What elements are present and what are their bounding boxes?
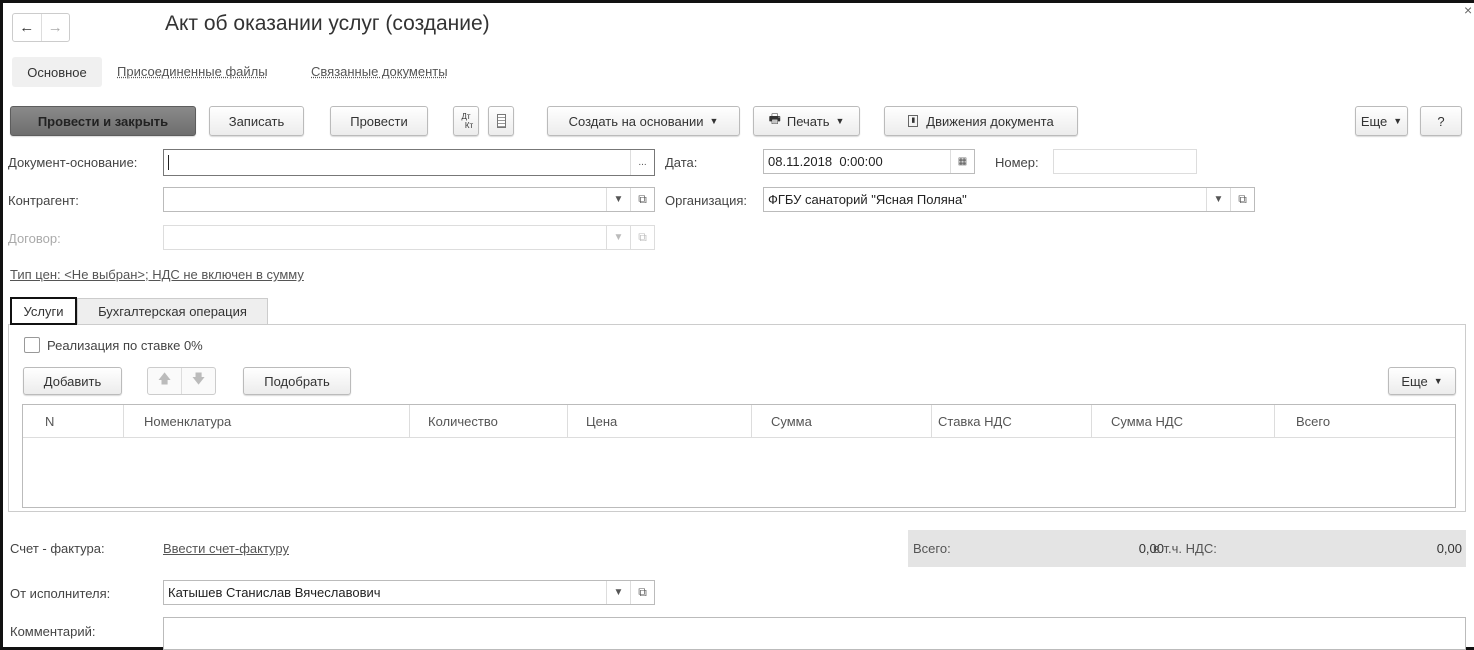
performer-value: Катышев Станислав Вячеславович <box>168 585 381 600</box>
tab-accounting-operation[interactable]: Бухгалтерская операция <box>77 298 268 324</box>
tab-attached-files[interactable]: Присоединенные файлы <box>117 64 268 79</box>
performer-input[interactable]: Катышев Станислав Вячеславович ▼ ⧉ <box>163 580 655 605</box>
back-button[interactable]: ← <box>13 14 42 41</box>
more-label: Еще <box>1360 113 1388 129</box>
col-divider <box>931 405 932 438</box>
print-button[interactable]: 🖶 Печать ▼ <box>753 106 860 136</box>
post-and-close-button[interactable]: Провести и закрыть <box>10 106 196 136</box>
chevron-down-icon: ▼ <box>835 116 845 126</box>
invoice-label: Счет - фактура: <box>10 541 105 556</box>
counterparty-input[interactable]: ▼ ⧉ <box>163 187 655 212</box>
col-n[interactable]: N <box>45 405 54 438</box>
tab-services[interactable]: Услуги <box>10 297 77 325</box>
base-doc-input[interactable]: ... <box>163 149 655 176</box>
dropdown-icon[interactable]: ▼ <box>1206 188 1230 211</box>
table-more-label: Еще <box>1401 373 1428 389</box>
number-input[interactable] <box>1053 149 1197 174</box>
organization-value: ФГБУ санаторий "Ясная Поляна" <box>768 192 967 207</box>
chevron-down-icon: ▼ <box>709 116 719 126</box>
chevron-down-icon: ▼ <box>1433 376 1443 386</box>
col-total[interactable]: Всего <box>1296 405 1330 438</box>
tab-related-documents[interactable]: Связанные документы <box>311 64 448 79</box>
open-icon: ⧉ <box>630 226 654 249</box>
base-doc-value <box>168 155 169 170</box>
create-based-on-button[interactable]: Создать на основании ▼ <box>547 106 740 136</box>
move-buttons: 🡅 🡇 <box>147 367 216 395</box>
kt-label: Кт <box>464 121 474 130</box>
col-price[interactable]: Цена <box>586 405 617 438</box>
move-up-icon[interactable]: 🡅 <box>148 368 182 394</box>
post-button[interactable]: Провести <box>330 106 428 136</box>
base-doc-label: Документ-основание: <box>8 155 138 170</box>
col-divider <box>567 405 568 438</box>
report-icon: ▮ <box>908 115 919 127</box>
enter-invoice-link[interactable]: Ввести счет-фактуру <box>163 541 289 556</box>
number-label: Номер: <box>995 155 1039 170</box>
col-divider <box>751 405 752 438</box>
open-icon[interactable]: ⧉ <box>1230 188 1254 211</box>
comment-label: Комментарий: <box>10 624 96 639</box>
performer-label: От исполнителя: <box>10 586 111 601</box>
zero-rate-label: Реализация по ставке 0% <box>47 338 203 353</box>
vat-label: в т.ч. НДС: <box>1153 541 1217 556</box>
select-ellipsis-button[interactable]: ... <box>630 150 654 175</box>
col-divider <box>1274 405 1275 438</box>
col-vat-sum[interactable]: Сумма НДС <box>1111 405 1183 438</box>
create-based-label: Создать на основании <box>568 113 704 129</box>
page-title: Акт об оказании услуг (создание) <box>165 12 490 35</box>
document-movements-button[interactable]: ▮ Движения документа <box>884 106 1078 136</box>
nav-buttons: ← → <box>12 13 70 42</box>
more-button[interactable]: Еще ▼ <box>1355 106 1408 136</box>
dropdown-icon: ▼ <box>606 226 630 249</box>
comment-input[interactable] <box>163 617 1466 650</box>
pick-button[interactable]: Подобрать <box>243 367 351 395</box>
list-icon[interactable] <box>488 106 514 136</box>
print-label: Печать <box>786 113 830 129</box>
col-quantity[interactable]: Количество <box>428 405 498 438</box>
price-type-link[interactable]: Тип цен: <Не выбран>; НДС не включен в с… <box>10 267 304 282</box>
date-input[interactable]: 08.11.2018 0:00:00 ▦ <box>763 149 975 174</box>
dropdown-icon[interactable]: ▼ <box>606 581 630 604</box>
open-icon[interactable]: ⧉ <box>630 581 654 604</box>
col-sum[interactable]: Сумма <box>771 405 812 438</box>
organization-input[interactable]: ФГБУ санаторий "Ясная Поляна" ▼ ⧉ <box>763 187 1255 212</box>
tab-main[interactable]: Основное <box>12 57 102 87</box>
col-divider <box>123 405 124 438</box>
dt-label: Дт <box>461 112 471 121</box>
printer-icon: 🖶 <box>768 111 781 126</box>
chevron-down-icon: ▼ <box>1393 116 1403 126</box>
calendar-icon[interactable]: ▦ <box>950 150 974 173</box>
contract-input: ▼ ⧉ <box>163 225 655 250</box>
col-divider <box>409 405 410 438</box>
table-header: N Номенклатура Количество Цена Сумма Ста… <box>23 405 1455 438</box>
total-label: Всего: <box>913 541 951 556</box>
table-more-button[interactable]: Еще ▼ <box>1388 367 1456 395</box>
add-button[interactable]: Добавить <box>23 367 122 395</box>
open-icon[interactable]: ⧉ <box>630 188 654 211</box>
save-button[interactable]: Записать <box>209 106 304 136</box>
close-button[interactable]: × <box>1464 2 1472 18</box>
zero-rate-checkbox[interactable] <box>24 337 40 353</box>
col-nomenclature[interactable]: Номенклатура <box>144 405 231 438</box>
vat-value: 0,00 <box>1436 541 1462 556</box>
counterparty-label: Контрагент: <box>8 193 79 208</box>
help-button[interactable]: ? <box>1420 106 1462 136</box>
dropdown-icon[interactable]: ▼ <box>606 188 630 211</box>
col-divider <box>1091 405 1092 438</box>
date-value: 08.11.2018 0:00:00 <box>768 154 883 169</box>
move-down-icon[interactable]: 🡇 <box>182 368 215 394</box>
contract-label: Договор: <box>8 231 61 246</box>
totals-panel: Всего: 0,00 в т.ч. НДС: 0,00 <box>908 530 1466 567</box>
organization-label: Организация: <box>665 193 748 208</box>
forward-button[interactable]: → <box>42 14 70 41</box>
col-vat-rate[interactable]: Ставка НДС <box>938 405 1012 438</box>
movements-label: Движения документа <box>926 113 1054 129</box>
services-table[interactable]: N Номенклатура Количество Цена Сумма Ста… <box>22 404 1456 508</box>
dt-kt-button[interactable]: Дт Кт <box>453 106 479 136</box>
date-label: Дата: <box>665 155 698 170</box>
